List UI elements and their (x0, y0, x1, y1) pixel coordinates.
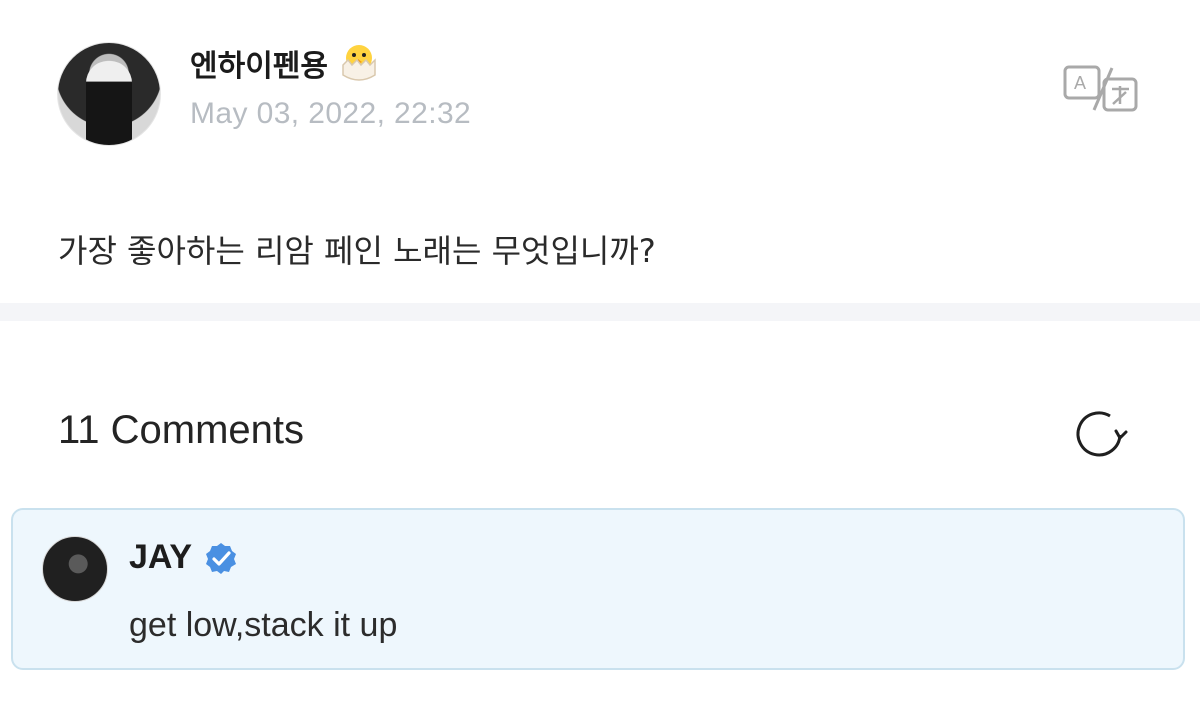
comment-text: get low,stack it up (129, 606, 398, 644)
comment-author-name[interactable]: JAY (129, 538, 192, 577)
post-date: May 03, 2022, 22:32 (190, 97, 472, 130)
hatching-chick-icon (342, 45, 376, 81)
avatar-figure (86, 61, 132, 145)
author-name[interactable]: 엔하이펜용 (190, 41, 328, 85)
post-content: 가장 좋아하는 리암 페인 노래는 무엇입니까? (58, 232, 656, 270)
section-divider (0, 303, 1200, 321)
comment-author-row: JAY (129, 538, 238, 577)
comments-count: 11 Comments (58, 408, 305, 452)
author-avatar[interactable] (57, 42, 161, 146)
comment-card[interactable]: JAY get low,stack it up (11, 508, 1185, 670)
svg-text:A: A (1074, 73, 1086, 93)
author-row: 엔하이펜용 (190, 40, 382, 86)
comment-author-avatar[interactable] (42, 536, 108, 602)
verified-badge-icon (206, 542, 237, 574)
refresh-icon[interactable] (1072, 408, 1130, 460)
post-header: 엔하이펜용 May 03, 2022, 22:32 A (0, 0, 1200, 170)
translate-icon[interactable]: A (1063, 64, 1139, 114)
